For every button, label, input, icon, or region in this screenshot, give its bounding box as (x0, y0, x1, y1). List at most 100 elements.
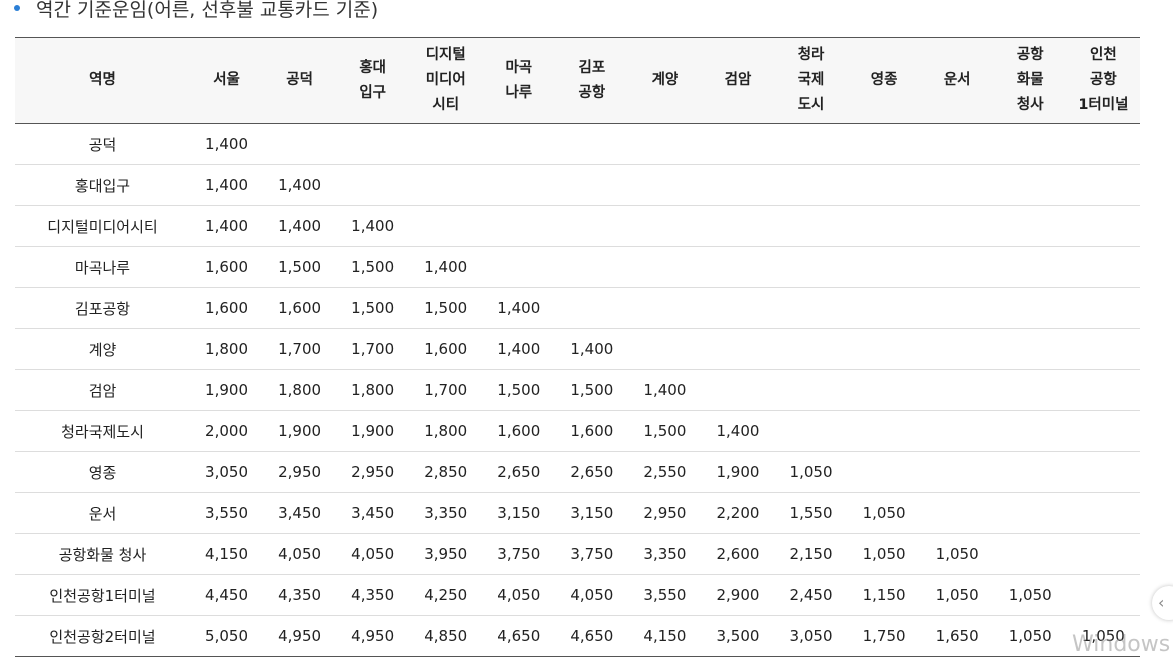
fare-cell: 1,050 (847, 533, 921, 575)
fare-cell: 1,400 (482, 328, 556, 370)
empty-cell (482, 164, 556, 206)
fare-cell: 1,700 (409, 369, 483, 411)
empty-cell (555, 287, 629, 329)
column-header: 공항 화물 청사 (993, 37, 1067, 124)
chevron-left-icon[interactable]: ‹ (1152, 586, 1173, 620)
empty-cell (1066, 164, 1140, 206)
fare-cell: 4,050 (555, 574, 629, 616)
table-row: 마곡나루 1,600 1,500 1,500 1,400 (15, 246, 1140, 288)
column-header: 계양 (628, 37, 702, 124)
fare-cell: 1,600 (190, 246, 264, 288)
fare-cell: 4,350 (263, 574, 337, 616)
fare-cell: 1,400 (263, 205, 337, 247)
empty-cell (847, 164, 921, 206)
fare-cell: 1,900 (190, 369, 264, 411)
empty-cell (628, 123, 702, 165)
fare-cell: 1,900 (701, 451, 775, 493)
column-header-line: 인천 (1090, 47, 1117, 63)
empty-cell (701, 205, 775, 247)
empty-cell (920, 410, 994, 452)
column-header: 청라 국제 도시 (774, 37, 848, 124)
empty-cell (920, 451, 994, 493)
empty-cell (847, 369, 921, 411)
fare-cell: 3,150 (555, 492, 629, 534)
fare-cell: 1,400 (628, 369, 702, 411)
column-header: 디지털 미디어 시티 (409, 37, 483, 124)
column-header: 김포 공항 (555, 37, 629, 124)
fare-cell: 1,800 (409, 410, 483, 452)
empty-cell (847, 287, 921, 329)
column-header-line: 공항 (1016, 47, 1044, 63)
fare-cell: 4,050 (336, 533, 410, 575)
station-name-cell: 청라국제도시 (15, 410, 190, 452)
empty-cell (409, 123, 483, 165)
fare-cell: 4,150 (190, 533, 264, 575)
fare-cell: 3,350 (409, 492, 483, 534)
empty-cell (993, 533, 1067, 575)
fare-cell: 4,950 (336, 615, 410, 657)
fare-cell: 1,500 (409, 287, 483, 329)
fare-cell: 3,150 (482, 492, 556, 534)
fare-cell: 4,650 (555, 615, 629, 657)
empty-cell (1066, 574, 1140, 616)
fare-cell: 2,550 (628, 451, 702, 493)
empty-cell (774, 369, 848, 411)
empty-cell (993, 287, 1067, 329)
empty-cell (920, 164, 994, 206)
empty-cell (920, 287, 994, 329)
fare-cell: 3,450 (263, 492, 337, 534)
fare-cell: 3,500 (701, 615, 775, 657)
fare-cell: 1,500 (482, 369, 556, 411)
empty-cell (482, 205, 556, 247)
fare-table: 역명 서울 공덕 홍대 입구 디지털 미디어 시티 마곡 나루 김포 공항 계양 검암 청라 국제 도시 영종 운서… (15, 37, 1140, 657)
fare-cell: 4,450 (190, 574, 264, 616)
empty-cell (1066, 369, 1140, 411)
fare-cell: 1,400 (263, 164, 337, 206)
column-header: 영종 (847, 37, 921, 124)
empty-cell (993, 369, 1067, 411)
empty-cell (701, 164, 775, 206)
empty-cell (1066, 123, 1140, 165)
header-row: 역명 서울 공덕 홍대 입구 디지털 미디어 시티 마곡 나루 김포 공항 계양 검암 청라 국제 도시 영종 운서… (15, 37, 1140, 124)
empty-cell (920, 492, 994, 534)
fare-cell: 1,400 (190, 205, 264, 247)
station-name-cell: 인천공항1터미널 (15, 574, 190, 616)
empty-cell (555, 246, 629, 288)
empty-cell (847, 246, 921, 288)
table-row: 검암 1,900 1,800 1,800 1,700 1,500 1,500 1,400 (15, 369, 1140, 411)
fare-cell: 3,750 (555, 533, 629, 575)
fare-cell: 1,500 (263, 246, 337, 288)
empty-cell (993, 410, 1067, 452)
fare-cell: 2,150 (774, 533, 848, 575)
empty-cell (555, 164, 629, 206)
empty-cell (774, 410, 848, 452)
fare-cell: 1,500 (555, 369, 629, 411)
fare-cell: 1,900 (263, 410, 337, 452)
empty-cell (774, 287, 848, 329)
station-name-cell: 계양 (15, 328, 190, 370)
column-header-line: 김포 (578, 59, 606, 76)
station-name-cell: 운서 (15, 492, 190, 534)
fare-cell: 2,000 (190, 410, 264, 452)
fare-cell: 1,700 (263, 328, 337, 370)
empty-cell (920, 123, 994, 165)
empty-cell (774, 246, 848, 288)
fare-cell: 1,400 (409, 246, 483, 288)
fare-cell: 1,050 (993, 615, 1067, 657)
empty-cell (993, 164, 1067, 206)
table-row: 김포공항 1,600 1,600 1,500 1,500 1,400 (15, 287, 1140, 329)
station-name-cell: 마곡나루 (15, 246, 190, 288)
fare-cell: 1,400 (336, 205, 410, 247)
empty-cell (701, 287, 775, 329)
column-header-line: 검암 (724, 72, 752, 88)
fare-cell: 4,850 (409, 615, 483, 657)
empty-cell (482, 123, 556, 165)
fare-cell: 4,050 (482, 574, 556, 616)
column-header-line: 마곡 (505, 59, 533, 76)
column-header-line: 운서 (943, 72, 971, 88)
column-header-line: 공덕 (286, 72, 313, 88)
empty-cell (628, 205, 702, 247)
column-header: 서울 (190, 37, 264, 124)
column-header: 검암 (701, 37, 775, 124)
station-name-cell: 김포공항 (15, 287, 190, 329)
